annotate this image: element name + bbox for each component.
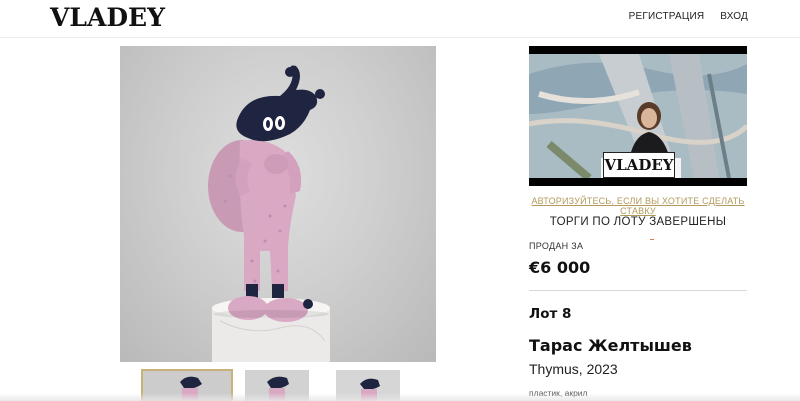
auction-status-text: ТОРГИ ПО ЛОТУ ЗАВЕРШЕНЫ [549, 216, 727, 228]
sculpture-illustration [208, 65, 330, 362]
register-link[interactable]: РЕГИСТРАЦИЯ [629, 11, 705, 23]
main-artwork-image[interactable] [120, 46, 436, 362]
artwork-title-year: Thymus, 2023 [529, 361, 618, 377]
login-to-bid-link[interactable]: АВТОРИЗУЙТЕСЬ, ЕСЛИ ВЫ ХОТИТЕ СДЕЛАТЬ СТ… [529, 196, 747, 216]
video-overlay-logo: VLADEY [603, 152, 675, 178]
bottom-scroll-fade [0, 393, 800, 401]
figure-head [236, 65, 318, 142]
sold-price: €6 000 [529, 258, 591, 277]
auction-video-stream[interactable]: VLADEY [529, 46, 747, 186]
site-header: VLADEY РЕГИСТРАЦИЯ ВХОД [0, 0, 800, 38]
top-nav: РЕГИСТРАЦИЯ ВХОД [629, 11, 748, 23]
lot-number: Лот 8 [529, 306, 572, 322]
artist-name[interactable]: Тарас Желтышев [529, 336, 692, 355]
sold-for-label: ПРОДАН ЗА [529, 241, 584, 251]
status-accent-mark [650, 239, 654, 240]
login-link[interactable]: ВХОД [720, 11, 748, 23]
section-divider [529, 290, 747, 291]
right-shoe [264, 298, 308, 322]
vladey-logo[interactable]: VLADEY [50, 3, 165, 32]
